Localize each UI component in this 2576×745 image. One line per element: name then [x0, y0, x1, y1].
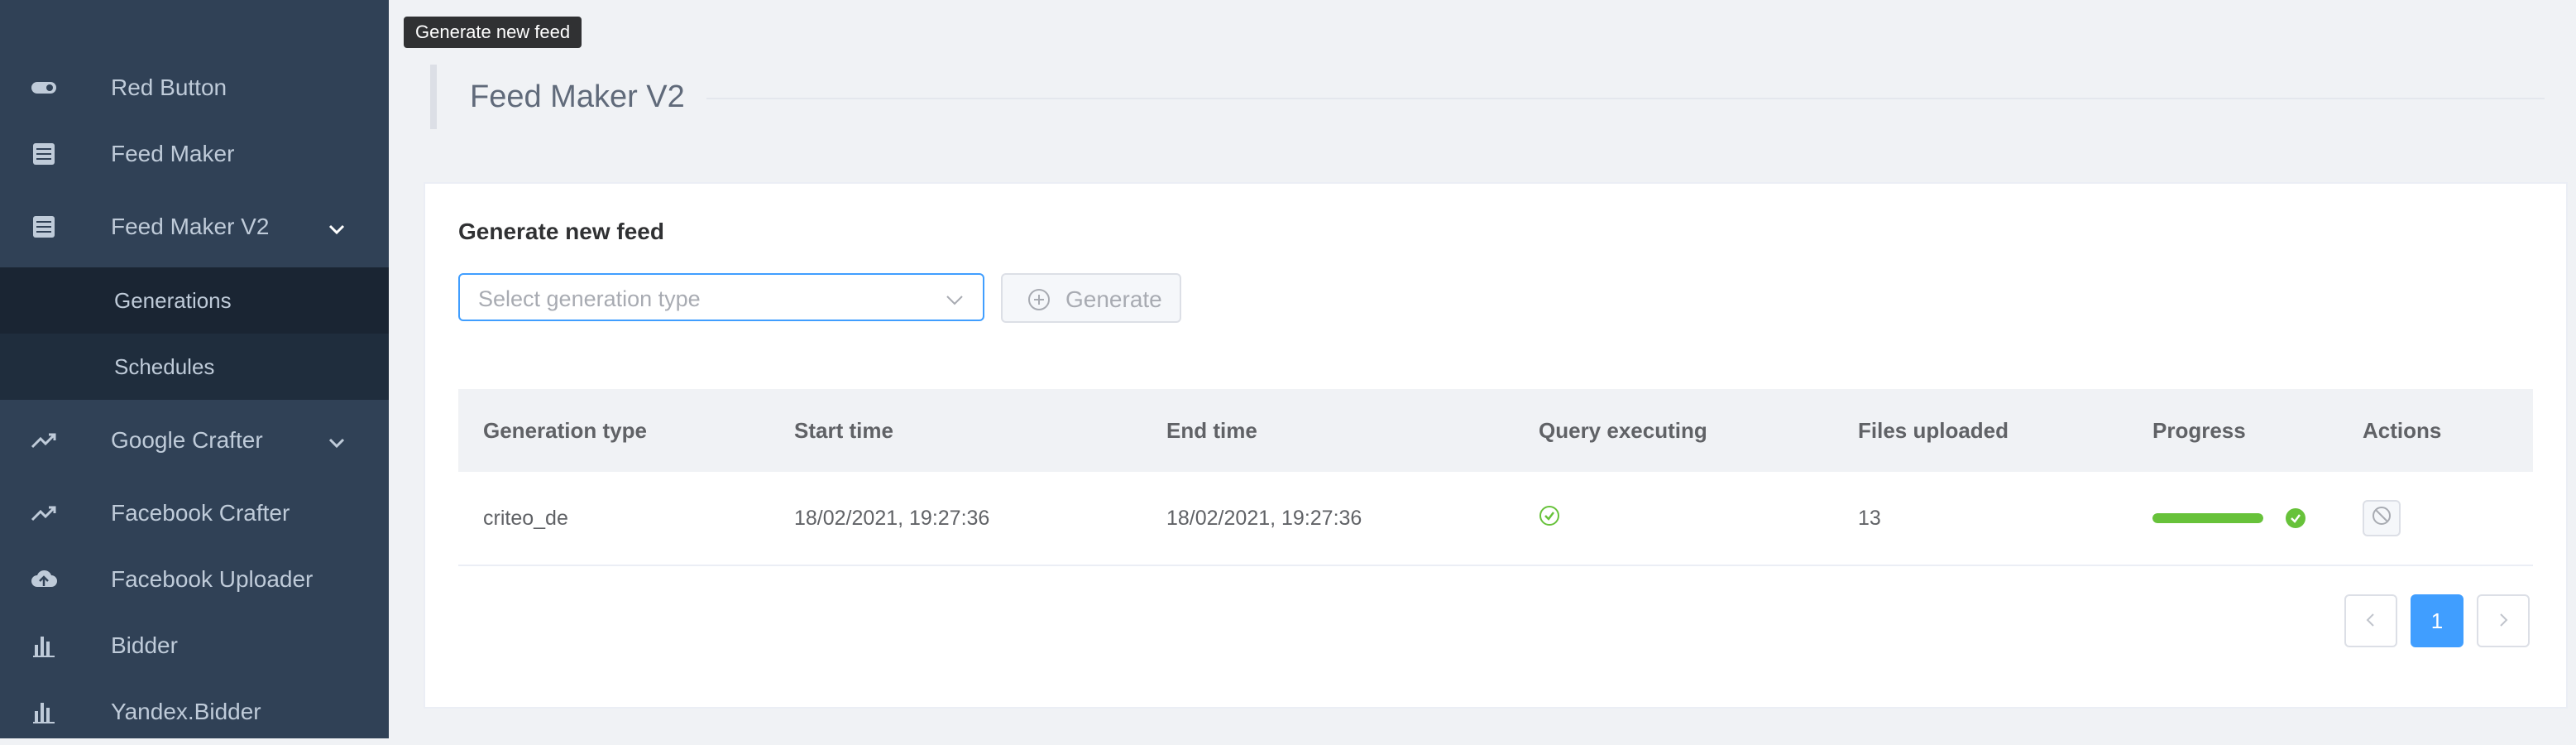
sidebar-item-label: Facebook Uploader — [111, 566, 314, 592]
page-header: Feed Maker V2 — [430, 65, 2546, 129]
generate-feed-card: Generate new feed Select generation type… — [424, 182, 2568, 709]
check-circle-filled-icon — [2285, 507, 2306, 529]
chevron-down-icon — [328, 218, 346, 236]
header-divider — [706, 98, 2545, 99]
sidebar-item-feed-maker-v2[interactable]: Feed Maker V2 — [0, 194, 389, 260]
sidebar-item-red-button[interactable]: Red Button — [0, 55, 389, 121]
generations-table: Generation type Start time End time Quer… — [458, 389, 2533, 566]
table-header: Generation type Start time End time Quer… — [458, 389, 2533, 472]
sidebar-item-google-crafter[interactable]: Google Crafter — [0, 407, 389, 473]
bar-chart-icon — [30, 632, 58, 660]
generate-button-label: Generate — [1065, 286, 1162, 312]
progress-fill — [2152, 513, 2263, 523]
column-header: End time — [1166, 417, 1257, 443]
list-icon — [30, 213, 58, 241]
pagination-prev-button[interactable] — [2344, 594, 2397, 647]
sidebar-item-bidder[interactable]: Bidder — [0, 613, 389, 679]
trend-icon — [30, 426, 58, 454]
sidebar-subitem-label: Schedules — [114, 353, 215, 379]
sidebar-subitem-schedules[interactable]: Schedules — [0, 334, 389, 400]
cell-query-executing — [1539, 472, 1560, 565]
table-row: criteo_de 18/02/2021, 19:27:36 18/02/202… — [458, 472, 2533, 566]
column-header: Progress — [2152, 417, 2246, 443]
chevron-right-icon — [2495, 608, 2511, 634]
chevron-down-icon — [945, 290, 965, 310]
bar-chart-icon — [30, 698, 58, 726]
sidebar-item-label: Bidder — [111, 632, 178, 658]
plus-circle-icon — [1027, 288, 1051, 311]
cancel-generation-button[interactable] — [2363, 500, 2401, 536]
sidebar-item-label: Feed Maker V2 — [111, 214, 270, 239]
column-header: Files uploaded — [1858, 417, 2009, 443]
pagination-page-1[interactable]: 1 — [2411, 594, 2463, 647]
sidebar-item-label: Google Crafter — [111, 427, 263, 453]
sidebar-item-yandex-bidder[interactable]: Yandex.Bidder — [0, 679, 389, 745]
toggle-icon — [30, 74, 58, 102]
generate-button[interactable]: Generate — [1001, 273, 1181, 323]
column-header: Query executing — [1539, 417, 1707, 443]
sidebar-item-feed-maker[interactable]: Feed Maker — [0, 121, 389, 187]
check-circle-icon — [1539, 505, 1560, 532]
ban-icon — [2371, 505, 2392, 532]
trend-icon — [30, 499, 58, 527]
sidebar-item-label: Facebook Crafter — [111, 500, 290, 526]
cell-files-uploaded: 13 — [1858, 506, 1881, 530]
submenu: Generations Schedules — [0, 267, 389, 400]
cell-end-time: 18/02/2021, 19:27:36 — [1166, 506, 1362, 530]
cloud-upload-icon — [30, 565, 58, 594]
column-header: Start time — [794, 417, 893, 443]
sidebar-item-facebook-uploader[interactable]: Facebook Uploader — [0, 546, 389, 613]
cell-actions — [2363, 472, 2401, 565]
sidebar-item-facebook-crafter[interactable]: Facebook Crafter — [0, 480, 389, 546]
cell-generation-type: criteo_de — [483, 506, 568, 530]
column-header: Generation type — [483, 417, 647, 443]
pagination-next-button[interactable] — [2477, 594, 2530, 647]
sidebar: Red Button Feed Maker Feed Maker V2 Gene… — [0, 0, 389, 738]
sidebar-item-label: Yandex.Bidder — [111, 699, 261, 724]
chevron-left-icon — [2363, 608, 2379, 634]
sidebar-subitem-label: Generations — [114, 287, 232, 313]
sidebar-item-label: Red Button — [111, 74, 227, 100]
progress-bar — [2152, 513, 2263, 523]
select-placeholder: Select generation type — [478, 286, 701, 311]
card-title: Generate new feed — [458, 219, 664, 244]
list-icon — [30, 140, 58, 168]
column-header: Actions — [2363, 417, 2442, 443]
page-title: Feed Maker V2 — [470, 79, 685, 114]
sidebar-item-label: Feed Maker — [111, 141, 235, 166]
generation-type-select[interactable]: Select generation type — [458, 273, 984, 321]
sidebar-subitem-generations[interactable]: Generations — [0, 267, 389, 334]
cell-start-time: 18/02/2021, 19:27:36 — [794, 506, 990, 530]
chevron-down-icon — [328, 431, 346, 449]
cell-progress — [2152, 472, 2306, 565]
tooltip: Generate new feed — [404, 17, 582, 48]
